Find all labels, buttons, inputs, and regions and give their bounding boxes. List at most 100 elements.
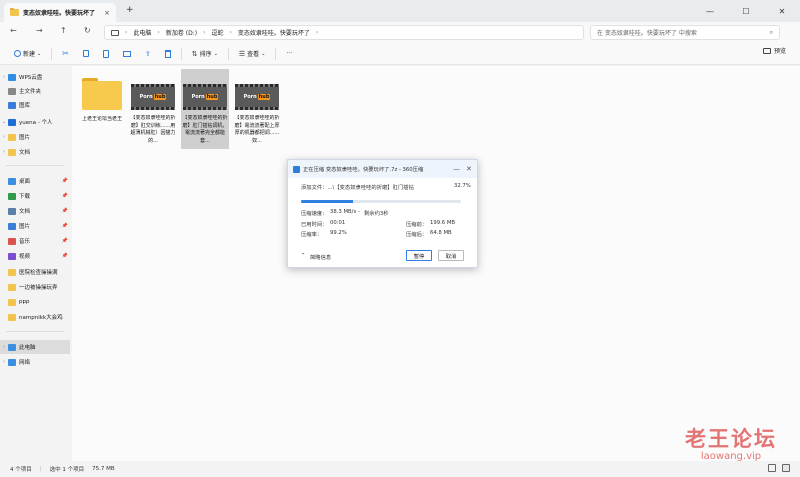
sidebar-item[interactable]: 图片 📌 <box>0 219 70 233</box>
expand-chevron-icon[interactable]: › <box>0 134 8 140</box>
breadcrumb-item[interactable]: 此电脑 <box>133 28 151 37</box>
logo-text: Porn <box>191 94 205 100</box>
pin-icon: 📌 <box>61 238 68 244</box>
folder-item[interactable]: 上老王论坛当老王 <box>78 69 126 149</box>
sidebar-item[interactable]: nampnikk大会鸡 <box>0 310 70 324</box>
file-name: 【变态奴隶哇哇的折磨】肛交训练......用超薄机械肛）因猫力的... <box>130 115 176 144</box>
new-button[interactable]: 新建 ⌄ <box>10 46 45 62</box>
preview-pane-button[interactable]: 预览 <box>762 46 786 55</box>
minimize-button[interactable]: — <box>692 0 728 22</box>
toolbar-divider <box>51 47 53 60</box>
breadcrumb-item[interactable]: 新加卷 (D:) <box>166 28 197 37</box>
file-name: 【变态奴隶哇哇的折磨】電流流著配上厚厚的机器都把调......奴... <box>234 115 280 144</box>
sidebar-item-label: 下载 <box>19 194 31 200</box>
address-bar[interactable]: › 此电脑 › 新加卷 (D:) › 逗蛇 › 变态奴隶哇哇。快要玩坏了 › <box>104 25 584 40</box>
cut-button[interactable]: ✂ <box>58 46 73 62</box>
sidebar-item[interactable]: 一边被操操玩弄 <box>0 280 70 294</box>
elapsed-label: 已用时间： <box>301 222 328 228</box>
close-window-button[interactable]: ✕ <box>764 0 800 22</box>
simple-info-toggle[interactable]: 简略信息 <box>310 253 331 261</box>
thumbnail-logo: Porn hub <box>244 94 271 100</box>
sidebar-item[interactable]: 视频 📌 <box>0 249 70 263</box>
tab-close-button[interactable]: × <box>104 9 110 17</box>
more-options-button[interactable]: ··· <box>282 46 296 62</box>
collapse-icon[interactable]: ⌃ <box>301 253 305 259</box>
pin-icon: 📌 <box>61 253 68 259</box>
sidebar-item-icon <box>8 268 16 276</box>
file-name: 【变态奴隶哇哇的折磨】肛门插钻调机，電流流著完全都能套... <box>182 115 228 144</box>
sidebar-item-label: 图片 <box>19 224 31 230</box>
item-count: 4 个项目 <box>10 467 32 473</box>
chevron-down-icon: ⌄ <box>261 50 266 57</box>
refresh-button[interactable]: ↻ <box>84 26 91 35</box>
delete-button[interactable] <box>161 46 175 62</box>
sidebar-item-label: 文档 <box>19 209 31 215</box>
details-view-icon[interactable] <box>768 464 776 472</box>
sidebar-item-icon <box>8 298 16 306</box>
forward-button[interactable]: → <box>36 26 43 35</box>
scissors-icon: ✂ <box>62 49 69 58</box>
back-button[interactable]: ← <box>10 26 17 35</box>
share-icon: ⇪ <box>144 49 151 58</box>
sidebar-item[interactable]: 桌面 📌 <box>0 174 70 188</box>
expand-chevron-icon[interactable]: ⌄ <box>0 119 8 125</box>
pause-button[interactable]: 暂停 <box>406 250 432 261</box>
rename-button[interactable] <box>119 46 135 62</box>
expand-chevron-icon[interactable]: › <box>0 344 8 350</box>
sidebar-item-label: 桌面 <box>19 179 31 185</box>
sidebar-item[interactable]: › 网络 <box>0 355 70 369</box>
dialog-close-button[interactable]: ✕ <box>466 165 472 173</box>
up-button[interactable]: ↑ <box>60 26 67 35</box>
share-button[interactable]: ⇪ <box>141 46 155 62</box>
sidebar-item[interactable]: 主文件夹 <box>0 84 70 98</box>
video-file-item[interactable]: Porn hub 【变态奴隶哇哇的折磨】肛门插钻调机，電流流著完全都能套... <box>181 69 229 149</box>
sidebar-item-label: 音乐 <box>19 239 31 245</box>
copy-button[interactable] <box>79 46 93 62</box>
breadcrumb-item[interactable]: 逗蛇 <box>211 28 223 37</box>
chevron-down-icon: ⌄ <box>37 50 42 57</box>
before-size-label: 压缩前： <box>406 222 428 228</box>
expand-chevron-icon[interactable]: › <box>0 149 8 155</box>
new-tab-button[interactable]: + <box>126 5 134 15</box>
sidebar-item[interactable]: › 文档 <box>0 145 70 159</box>
view-button[interactable]: ☰ 查看 ⌄ <box>235 46 270 62</box>
sidebar-item[interactable]: 文档 📌 <box>0 204 70 218</box>
command-bar: 新建 ⌄ ✂ ⇪ ⇅ 排序 ⌄ ☰ 查看 ⌄ ··· <box>0 43 800 65</box>
sidebar-item-label: yuena - 个人 <box>19 120 53 126</box>
paste-button[interactable] <box>99 46 113 62</box>
breadcrumb-separator: › <box>157 29 160 36</box>
watermark-logo: 老王论坛 laowang.vip <box>676 423 786 462</box>
sidebar-item[interactable]: 图库 <box>0 98 70 112</box>
maximize-button[interactable]: ☐ <box>728 0 764 22</box>
video-file-item[interactable]: Porn hub 【变态奴隶哇哇的折磨】電流流著配上厚厚的机器都把调......奴.… <box>233 69 281 149</box>
speed-label: 压缩速度： <box>301 211 328 217</box>
dialog-minimize-button[interactable]: — <box>453 165 460 173</box>
sidebar-item[interactable]: 音乐 📌 <box>0 234 70 248</box>
sidebar-item[interactable]: › 图片 <box>0 130 70 144</box>
sidebar-item[interactable]: › 此电脑 <box>0 340 70 354</box>
sidebar-item[interactable]: 下载 📌 <box>0 189 70 203</box>
cancel-button[interactable]: 取消 <box>438 250 464 261</box>
sidebar-item[interactable]: ppp <box>0 295 70 309</box>
sidebar-item-label: 主文件夹 <box>19 89 42 95</box>
chevron-down-icon: ⌄ <box>213 50 218 57</box>
tab-current-folder[interactable]: 变态奴隶哇哇。快要玩坏了 × <box>4 3 116 22</box>
sidebar-item[interactable]: 医院检查操操满 <box>0 265 70 279</box>
expand-chevron-icon[interactable]: › <box>0 74 8 80</box>
sidebar-item[interactable]: › WPS云盘 <box>0 70 70 84</box>
video-thumbnail: Porn hub <box>235 84 279 110</box>
video-file-item[interactable]: Porn hub 【变态奴隶哇哇的折磨】肛交训练......用超薄机械肛）因猫力的.… <box>129 69 177 149</box>
toolbar-divider <box>227 47 229 60</box>
tab-bar: 变态奴隶哇哇。快要玩坏了 × + — ☐ ✕ <box>0 0 800 22</box>
sidebar-item[interactable]: ⌄ yuena - 个人 <box>0 115 70 129</box>
thumbnail-view-icon[interactable] <box>782 464 790 472</box>
expand-chevron-icon[interactable]: › <box>0 359 8 365</box>
breadcrumb-item[interactable]: 变态奴隶哇哇。快要玩坏了 <box>238 28 310 37</box>
sidebar-item-icon <box>8 177 16 185</box>
search-input[interactable]: 在 变态奴隶哇哇。快要玩坏了 中搜索 ⌕ <box>590 25 780 40</box>
sort-button[interactable]: ⇅ 排序 ⌄ <box>188 46 222 62</box>
breadcrumb-separator: › <box>203 29 206 36</box>
trash-icon <box>164 49 171 58</box>
sidebar-divider <box>6 331 64 332</box>
sidebar-item-label: ppp <box>19 299 30 305</box>
